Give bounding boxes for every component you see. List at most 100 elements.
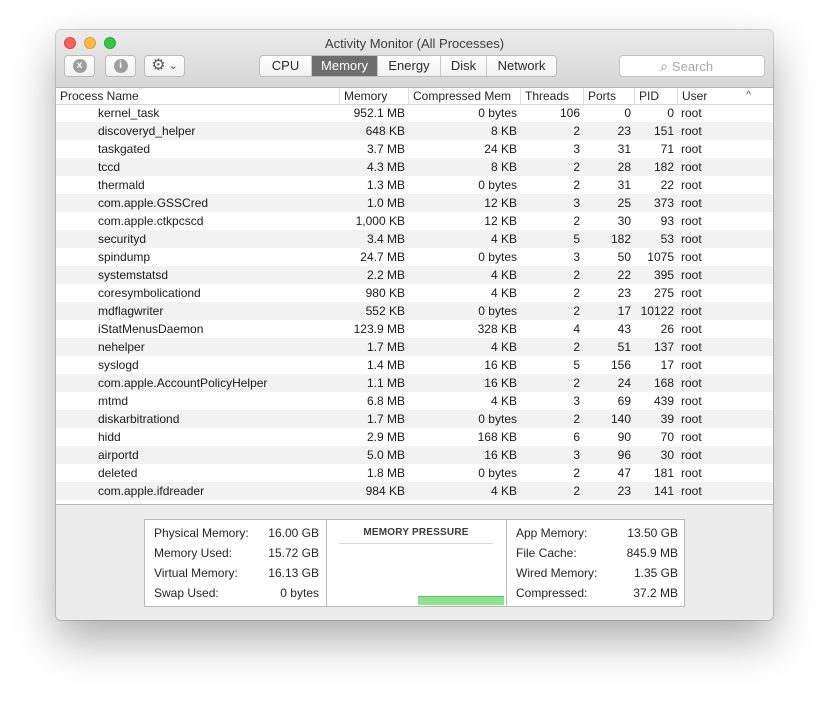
- table-row[interactable]: com.apple.ctkpcscd 1,000 KB 12 KB 2 30 93 root: [56, 212, 773, 230]
- process-name-cell: taskgated: [98, 142, 151, 156]
- column-header-process-name[interactable]: Process Name: [56, 88, 339, 104]
- tab-cpu[interactable]: CPU: [260, 56, 312, 76]
- compressed-mem-cell: 4 KB: [490, 286, 517, 300]
- table-row[interactable]: discoveryd_helper 648 KB 8 KB 2 23 151 root: [56, 122, 773, 140]
- search-field[interactable]: ⌕: [619, 55, 765, 77]
- ports-cell: 17: [617, 304, 631, 318]
- ports-cell: 30: [617, 214, 631, 228]
- threads-cell: 5: [573, 232, 580, 246]
- column-header-memory[interactable]: Memory: [339, 88, 408, 104]
- action-menu-button[interactable]: ⚙ ⌄: [144, 55, 185, 77]
- table-row[interactable]: com.apple.GSSCred 1.0 MB 12 KB 3 25 373 root: [56, 194, 773, 212]
- threads-cell: 2: [573, 286, 580, 300]
- table-row[interactable]: hidd 2.9 MB 168 KB 6 90 70 root: [56, 428, 773, 446]
- process-name-cell: securityd: [98, 232, 147, 246]
- process-name-cell: com.apple.AccountPolicyHelper: [98, 376, 268, 390]
- user-cell: root: [681, 466, 702, 480]
- table-row[interactable]: spindump 24.7 MB 0 bytes 3 50 1075 root: [56, 248, 773, 266]
- column-header-threads[interactable]: Threads: [520, 88, 583, 104]
- table-row[interactable]: taskgated 3.7 MB 24 KB 3 31 71 root: [56, 140, 773, 158]
- stat-value: 16.13 GB: [268, 566, 319, 580]
- process-name-cell: mdflagwriter: [98, 304, 164, 318]
- table-row[interactable]: com.apple.AccountPolicyHelper 1.1 MB 16 KB…: [56, 374, 773, 392]
- memory-cell: 123.9 MB: [353, 322, 405, 336]
- compressed-mem-cell: 16 KB: [484, 358, 517, 372]
- threads-cell: 4: [573, 322, 580, 336]
- ports-cell: 31: [617, 178, 631, 192]
- process-name-cell: coresymbolicationd: [98, 286, 201, 300]
- user-cell: root: [681, 124, 702, 138]
- table-row[interactable]: securityd 3.4 MB 4 KB 5 182 53 root: [56, 230, 773, 248]
- tab-energy[interactable]: Energy: [378, 56, 441, 76]
- memory-cell: 1.7 MB: [366, 340, 405, 354]
- table-row[interactable]: iStatMenusDaemon 123.9 MB 328 KB 4 43 26 root: [56, 320, 773, 338]
- table-row[interactable]: coresymbolicationd 980 KB 4 KB 2 23 275 root: [56, 284, 773, 302]
- column-header-pid[interactable]: PID: [634, 88, 677, 104]
- memory-cell: 24.7 MB: [360, 250, 405, 264]
- memory-cell: 980 KB: [365, 286, 405, 300]
- ports-cell: 24: [617, 376, 631, 390]
- pid-cell: 71: [660, 142, 674, 156]
- tab-disk[interactable]: Disk: [441, 56, 487, 76]
- memory-cell: 1.3 MB: [366, 178, 405, 192]
- table-row[interactable]: kernel_task 952.1 MB 0 bytes 106 0 0 root: [56, 104, 773, 122]
- stat-row: Compressed: 37.2 MB: [507, 583, 685, 603]
- table-row[interactable]: syslogd 1.4 MB 16 KB 5 156 17 root: [56, 356, 773, 374]
- chevron-down-icon: ⌄: [168, 60, 178, 72]
- stop-process-icon: x: [72, 59, 87, 73]
- compressed-mem-cell: 0 bytes: [478, 412, 517, 426]
- inspect-process-button[interactable]: i: [105, 55, 136, 77]
- stat-row: File Cache: 845.9 MB: [507, 543, 685, 563]
- threads-cell: 2: [573, 466, 580, 480]
- compressed-mem-cell: 0 bytes: [478, 250, 517, 264]
- compressed-mem-cell: 4 KB: [490, 340, 517, 354]
- ports-cell: 90: [617, 430, 631, 444]
- threads-cell: 3: [573, 250, 580, 264]
- stop-process-button[interactable]: x: [64, 55, 95, 77]
- search-icon: ⌕: [660, 57, 668, 74]
- process-name-cell: com.apple.ifdreader: [98, 484, 205, 498]
- pid-cell: 181: [653, 466, 674, 480]
- stat-value: 0 bytes: [280, 586, 319, 600]
- compressed-mem-cell: 4 KB: [490, 268, 517, 282]
- column-header-ports[interactable]: Ports: [583, 88, 634, 104]
- column-header-compressed-mem[interactable]: Compressed Mem: [408, 88, 520, 104]
- process-table[interactable]: kernel_task 952.1 MB 0 bytes 106 0 0 root disco…: [56, 104, 773, 503]
- stat-row: Wired Memory: 1.35 GB: [507, 563, 685, 583]
- user-cell: root: [681, 430, 702, 444]
- table-row[interactable]: thermald 1.3 MB 0 bytes 2 31 22 root: [56, 176, 773, 194]
- tab-memory[interactable]: Memory: [312, 56, 378, 76]
- sort-ascending-icon: ^: [746, 90, 751, 101]
- table-row[interactable]: systemstatsd 2.2 MB 4 KB 2 22 395 root: [56, 266, 773, 284]
- process-name-cell: com.apple.GSSCred: [98, 196, 209, 210]
- threads-cell: 3: [573, 394, 580, 408]
- table-row[interactable]: mdflagwriter 552 KB 0 bytes 2 17 10122 root: [56, 302, 773, 320]
- stat-label: Wired Memory:: [516, 566, 598, 580]
- pid-cell: 182: [653, 160, 674, 174]
- memory-cell: 984 KB: [365, 484, 405, 498]
- stat-label: File Cache:: [516, 546, 577, 560]
- pid-cell: 17: [660, 358, 674, 372]
- table-row[interactable]: diskarbitrationd 1.7 MB 0 bytes 2 140 39 root: [56, 410, 773, 428]
- threads-cell: 2: [573, 412, 580, 426]
- pid-cell: 168: [653, 376, 674, 390]
- table-row[interactable]: deleted 1.8 MB 0 bytes 2 47 181 root: [56, 464, 773, 482]
- table-row[interactable]: tccd 4.3 MB 8 KB 2 28 182 root: [56, 158, 773, 176]
- memory-stats-area: Physical Memory: 16.00 GB Memory Used: 15.7…: [56, 504, 773, 620]
- process-name-cell: mtmd: [98, 394, 128, 408]
- table-row[interactable]: airportd 5.0 MB 16 KB 3 96 30 root: [56, 446, 773, 464]
- process-name-cell: iStatMenusDaemon: [98, 322, 204, 336]
- process-name-cell: diskarbitrationd: [98, 412, 180, 426]
- title-bar: Activity Monitor (All Processes) x i ⚙ ⌄…: [56, 30, 773, 88]
- table-row[interactable]: nehelper 1.7 MB 4 KB 2 51 137 root: [56, 338, 773, 356]
- user-cell: root: [681, 448, 702, 462]
- tab-network[interactable]: Network: [487, 56, 556, 76]
- user-cell: root: [681, 376, 702, 390]
- table-row[interactable]: mtmd 6.8 MB 4 KB 3 69 439 root: [56, 392, 773, 410]
- column-header-user[interactable]: User ^: [677, 88, 759, 104]
- pid-cell: 70: [660, 430, 674, 444]
- table-row[interactable]: com.apple.ifdreader 984 KB 4 KB 2 23 141 root: [56, 482, 773, 500]
- process-name-cell: airportd: [98, 448, 139, 462]
- search-input[interactable]: [671, 58, 724, 74]
- memory-pressure-title: MEMORY PRESSURE: [363, 527, 469, 538]
